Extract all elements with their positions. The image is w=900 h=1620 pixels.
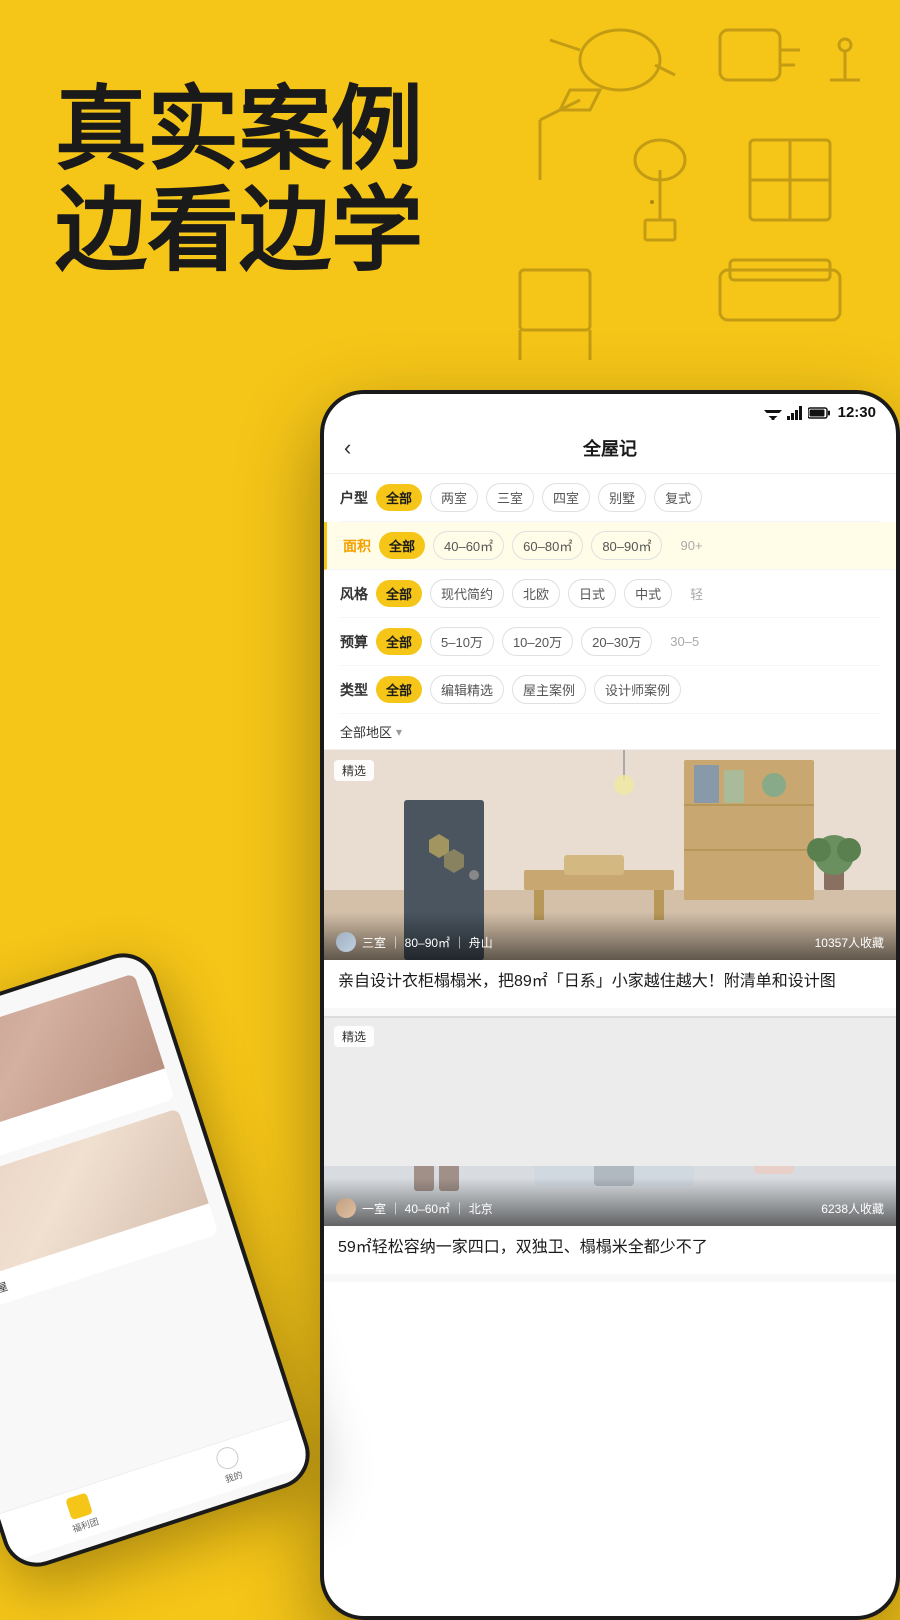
status-icons: 12:30	[764, 404, 876, 421]
back-button[interactable]: ‹	[344, 435, 477, 461]
dots-pattern: for(let i=0;i<60;i++){ document.currentS…	[650, 200, 880, 204]
filter-tag-chinese[interactable]: 中式	[624, 579, 672, 608]
filter-tag-20-30[interactable]: 20–30万	[581, 627, 652, 656]
filter-tag-budget-all[interactable]: 全部	[376, 628, 422, 655]
filter-label-style: 风格	[340, 584, 368, 604]
card-2-image: 精选 一室 ｜ 40–60㎡ ｜ 北京 6238人收藏	[324, 1016, 896, 1226]
battery-icon	[808, 407, 830, 419]
card-2-meta-left: 一室 ｜ 40–60㎡ ｜ 北京	[336, 1198, 493, 1218]
filter-tag-10-20[interactable]: 10–20万	[502, 627, 573, 656]
filter-tag-duplex[interactable]: 复式	[654, 483, 702, 512]
card-1-saves: 10357人收藏	[815, 934, 884, 951]
filter-tag-3room[interactable]: 三室	[486, 483, 534, 512]
status-time: 12:30	[838, 404, 876, 421]
headline-line1: 真实案例	[55, 80, 423, 181]
status-bar: 12:30	[324, 394, 896, 427]
card-2-badge: 精选	[334, 1026, 374, 1047]
signal-icon	[787, 406, 803, 420]
filter-tag-90plus[interactable]: 90+	[670, 534, 712, 557]
filter-label-budget: 预算	[340, 632, 368, 652]
card-1-meta: 三室 ｜ 80–90㎡ ｜ 舟山 10357人收藏	[324, 912, 896, 960]
filter-tag-owner[interactable]: 屋主案例	[512, 675, 586, 704]
card-2[interactable]: 精选 一室 ｜ 40–60㎡ ｜ 北京 6238人收藏 59㎡轻松容纳一家四口，…	[324, 1016, 896, 1274]
content-area: 精选 三室 ｜ 80–90㎡ ｜ 舟山 10357人收藏 亲自设计衣柜榻榻米，把…	[324, 750, 896, 1282]
filter-row-area: 面积 全部 40–60㎡ 60–80㎡ 80–90㎡ 90+	[324, 522, 896, 570]
filter-section: 户型 全部 两室 三室 四室 别墅 复式 面积 全部 40–60㎡ 60–80㎡…	[324, 474, 896, 714]
headline-line2: 边看边学	[55, 181, 423, 282]
filter-tag-type-all[interactable]: 全部	[376, 676, 422, 703]
filter-tag-60-80[interactable]: 60–80㎡	[512, 531, 583, 560]
back-nav-item-2: 我的	[214, 1444, 246, 1486]
filter-row-house-type: 户型 全部 两室 三室 四室 别墅 复式	[340, 474, 880, 522]
region-row[interactable]: 全部地区 ▾	[324, 714, 896, 750]
filter-row-budget: 预算 全部 5–10万 10–20万 20–30万 30–5	[340, 618, 880, 666]
phone-screen: 12:30 ‹ 全屋记 户型 全部 两室 三室 四室 别墅 复式 面积	[324, 394, 896, 1616]
filter-label-house-type: 户型	[340, 488, 368, 508]
back-nav-label-2: 我的	[223, 1468, 244, 1486]
wifi-icon	[764, 406, 782, 420]
region-label: 全部地区	[340, 722, 392, 741]
filter-label-type: 类型	[340, 680, 368, 700]
filter-tag-5-10[interactable]: 5–10万	[430, 627, 494, 656]
card-1-title: 亲自设计衣柜榻榻米，把89㎡「日系」小家越住越大！附清单和设计图	[324, 960, 896, 1008]
filter-label-area: 面积	[343, 536, 371, 556]
filter-tag-4room[interactable]: 四室	[542, 483, 590, 512]
filter-tag-villa[interactable]: 别墅	[598, 483, 646, 512]
nav-bar: ‹ 全屋记	[324, 427, 896, 474]
filter-tag-80-90[interactable]: 80–90㎡	[591, 531, 662, 560]
filter-tag-nordic[interactable]: 北欧	[512, 579, 560, 608]
back-nav-item-1: 福利团	[63, 1492, 100, 1536]
card-2-author: 一室 ｜ 40–60㎡ ｜ 北京	[362, 1200, 493, 1217]
region-arrow: ▾	[396, 725, 402, 739]
card-1-image: 精选 三室 ｜ 80–90㎡ ｜ 舟山 10357人收藏	[324, 750, 896, 960]
filter-tag-editorial[interactable]: 编辑精选	[430, 675, 504, 704]
card-1-badge: 精选	[334, 760, 374, 781]
card-1-author: 三室 ｜ 80–90㎡ ｜ 舟山	[362, 934, 493, 951]
filter-tag-40-60[interactable]: 40–60㎡	[433, 531, 504, 560]
nav-title: 全屋记	[477, 435, 743, 461]
filter-tag-japanese[interactable]: 日式	[568, 579, 616, 608]
headline: 真实案例 边看边学	[55, 80, 423, 282]
filter-tag-2room[interactable]: 两室	[430, 483, 478, 512]
card-2-saves: 6238人收藏	[821, 1200, 884, 1217]
filter-row-type: 类型 全部 编辑精选 屋主案例 设计师案例	[340, 666, 880, 714]
filter-tag-modern[interactable]: 现代简约	[430, 579, 504, 608]
card-1-meta-left: 三室 ｜ 80–90㎡ ｜ 舟山	[336, 932, 493, 952]
main-phone-mockup: 12:30 ‹ 全屋记 户型 全部 两室 三室 四室 别墅 复式 面积	[320, 390, 900, 1620]
filter-tag-luxury[interactable]: 轻	[680, 580, 713, 607]
card-2-title: 59㎡轻松容纳一家四口，双独卫、榻榻米全都少不了	[324, 1226, 896, 1274]
card-1-avatar	[336, 932, 356, 952]
card-2-avatar	[336, 1198, 356, 1218]
filter-tag-area-all[interactable]: 全部	[379, 532, 425, 559]
filter-row-style: 风格 全部 现代简约 北欧 日式 中式 轻	[340, 570, 880, 618]
filter-tag-30plus[interactable]: 30–5	[660, 630, 709, 653]
filter-tag-designer[interactable]: 设计师案例	[594, 675, 681, 704]
card-1[interactable]: 精选 三室 ｜ 80–90㎡ ｜ 舟山 10357人收藏 亲自设计衣柜榻榻米，把…	[324, 750, 896, 1008]
filter-tag-style-all[interactable]: 全部	[376, 580, 422, 607]
filter-tag-all-1[interactable]: 全部	[376, 484, 422, 511]
card-2-meta: 一室 ｜ 40–60㎡ ｜ 北京 6238人收藏	[324, 1178, 896, 1226]
